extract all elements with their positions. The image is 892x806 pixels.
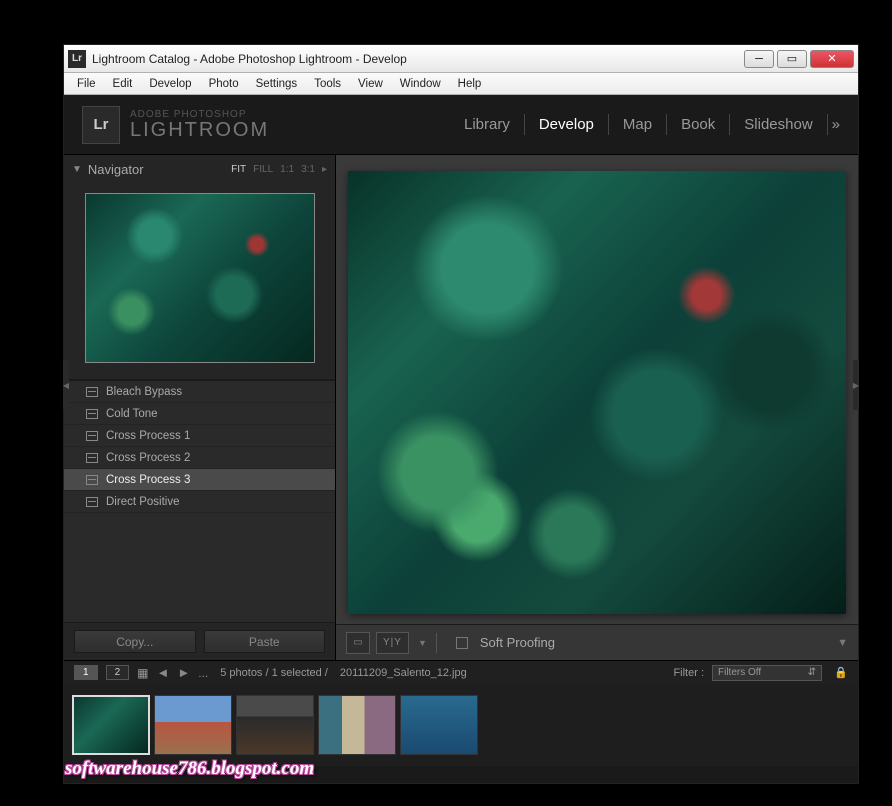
current-filename[interactable]: 20111209_Salento_12.jpg [340,667,467,679]
window-title: Lightroom Catalog - Adobe Photoshop Ligh… [92,52,407,66]
module-header: Lr ADOBE PHOTOSHOP LIGHTROOM Library Dev… [64,95,858,155]
module-library[interactable]: Library [450,114,525,135]
preset-item[interactable]: Bleach Bypass [64,381,335,403]
zoom-3-1[interactable]: 3:1 [301,164,315,175]
brand-icon: Lr [82,106,120,144]
separator [436,633,437,653]
monitor-2-badge[interactable]: 2 [106,665,130,680]
preset-item[interactable]: Cross Process 1 [64,425,335,447]
zoom-controls: FIT FILL 1:1 3:1 ▸ [231,164,327,175]
filmstrip [64,684,858,766]
workarea: ▼ Navigator FIT FILL 1:1 3:1 ▸ Bleach By… [64,155,858,660]
chevron-updown-icon: ⇵ [808,667,816,678]
main-view: ▭ Y|Y ▼ Soft Proofing ▼ [336,155,858,660]
nav-back-icon[interactable]: ◄ [156,665,169,680]
toolbar-collapse-icon[interactable]: ▼ [837,637,848,649]
zoom-more-icon[interactable]: ▸ [322,164,327,175]
module-book[interactable]: Book [667,114,730,135]
watermark-text: softwarehouse786.blogspot.com [65,758,314,780]
menu-develop[interactable]: Develop [142,76,198,92]
menu-view[interactable]: View [351,76,390,92]
app-window: Lr Lightroom Catalog - Adobe Photoshop L… [63,44,859,784]
main-image[interactable] [348,171,846,614]
thumbnail[interactable] [154,695,232,755]
copy-button[interactable]: Copy... [74,630,196,653]
breadcrumb-dots: ... [198,666,208,680]
preset-icon [86,453,98,463]
menu-window[interactable]: Window [393,76,448,92]
preset-icon [86,497,98,507]
module-picker: Library Develop Map Book Slideshow » [450,114,840,135]
thumbnail[interactable] [236,695,314,755]
preset-icon [86,431,98,441]
app-icon: Lr [68,50,86,68]
filmstrip-infobar: 1 2 ▦ ◄ ► ... 5 photos / 1 selected / 20… [64,660,858,684]
navigator-preview [64,183,335,373]
preset-icon [86,475,98,485]
filter-select[interactable]: Filters Off⇵ [712,665,822,681]
soft-proofing-checkbox[interactable] [456,637,468,649]
module-develop[interactable]: Develop [525,114,609,135]
maximize-button[interactable]: ▭ [777,50,807,68]
titlebar: Lr Lightroom Catalog - Adobe Photoshop L… [64,45,858,73]
brand-line1: ADOBE PHOTOSHOP [130,110,269,120]
zoom-1-1[interactable]: 1:1 [280,164,294,175]
navigator-header[interactable]: ▼ Navigator FIT FILL 1:1 3:1 ▸ [64,155,335,183]
brand-line2: LIGHTROOM [130,120,269,140]
preset-item[interactable]: Cross Process 2 [64,447,335,469]
zoom-fill[interactable]: FILL [253,164,273,175]
preset-icon [86,409,98,419]
nav-forward-icon[interactable]: ► [177,665,190,680]
monitor-1-badge[interactable]: 1 [74,665,98,680]
grid-icon[interactable]: ▦ [137,666,148,680]
menu-file[interactable]: File [70,76,103,92]
thumbnail[interactable] [72,695,150,755]
module-more-icon[interactable]: » [832,116,840,133]
chevron-down-icon[interactable]: ▼ [418,638,427,648]
module-slideshow[interactable]: Slideshow [730,114,827,135]
develop-toolbar: ▭ Y|Y ▼ Soft Proofing ▼ [336,624,858,660]
minimize-button[interactable]: ─ [744,50,774,68]
brand: Lr ADOBE PHOTOSHOP LIGHTROOM [82,106,269,144]
collapse-triangle-icon[interactable]: ▼ [72,164,82,175]
menubar: File Edit Develop Photo Settings Tools V… [64,73,858,95]
preset-item[interactable]: Cold Tone [64,403,335,425]
copy-paste-bar: Copy... Paste [64,622,335,660]
preset-item[interactable]: Direct Positive [64,491,335,513]
paste-button[interactable]: Paste [204,630,326,653]
navigator-title: Navigator [88,162,144,177]
left-panel-handle-icon[interactable]: ◀ [63,360,69,410]
menu-edit[interactable]: Edit [106,76,140,92]
preset-icon [86,387,98,397]
navigator-image[interactable] [85,193,315,363]
preset-item[interactable]: Cross Process 3 [64,469,335,491]
thumbnail[interactable] [318,695,396,755]
before-after-button[interactable]: Y|Y [376,632,409,654]
loupe-view-button[interactable]: ▭ [346,632,370,654]
menu-settings[interactable]: Settings [249,76,305,92]
module-map[interactable]: Map [609,114,667,135]
photo-count-label: 5 photos / 1 selected / [220,667,328,679]
filter-lock-icon[interactable]: 🔒 [834,666,848,680]
preset-list: Bleach Bypass Cold Tone Cross Process 1 … [64,379,335,622]
main-image-wrap [336,155,858,624]
zoom-fit[interactable]: FIT [231,164,246,175]
left-panel: ▼ Navigator FIT FILL 1:1 3:1 ▸ Bleach By… [64,155,336,660]
soft-proofing-label: Soft Proofing [480,635,555,650]
filter-label: Filter : [673,667,704,679]
menu-tools[interactable]: Tools [307,76,348,92]
menu-photo[interactable]: Photo [202,76,246,92]
close-button[interactable]: ✕ [810,50,854,68]
menu-help[interactable]: Help [451,76,489,92]
thumbnail[interactable] [400,695,478,755]
right-panel-handle-icon[interactable]: ▶ [853,360,859,410]
